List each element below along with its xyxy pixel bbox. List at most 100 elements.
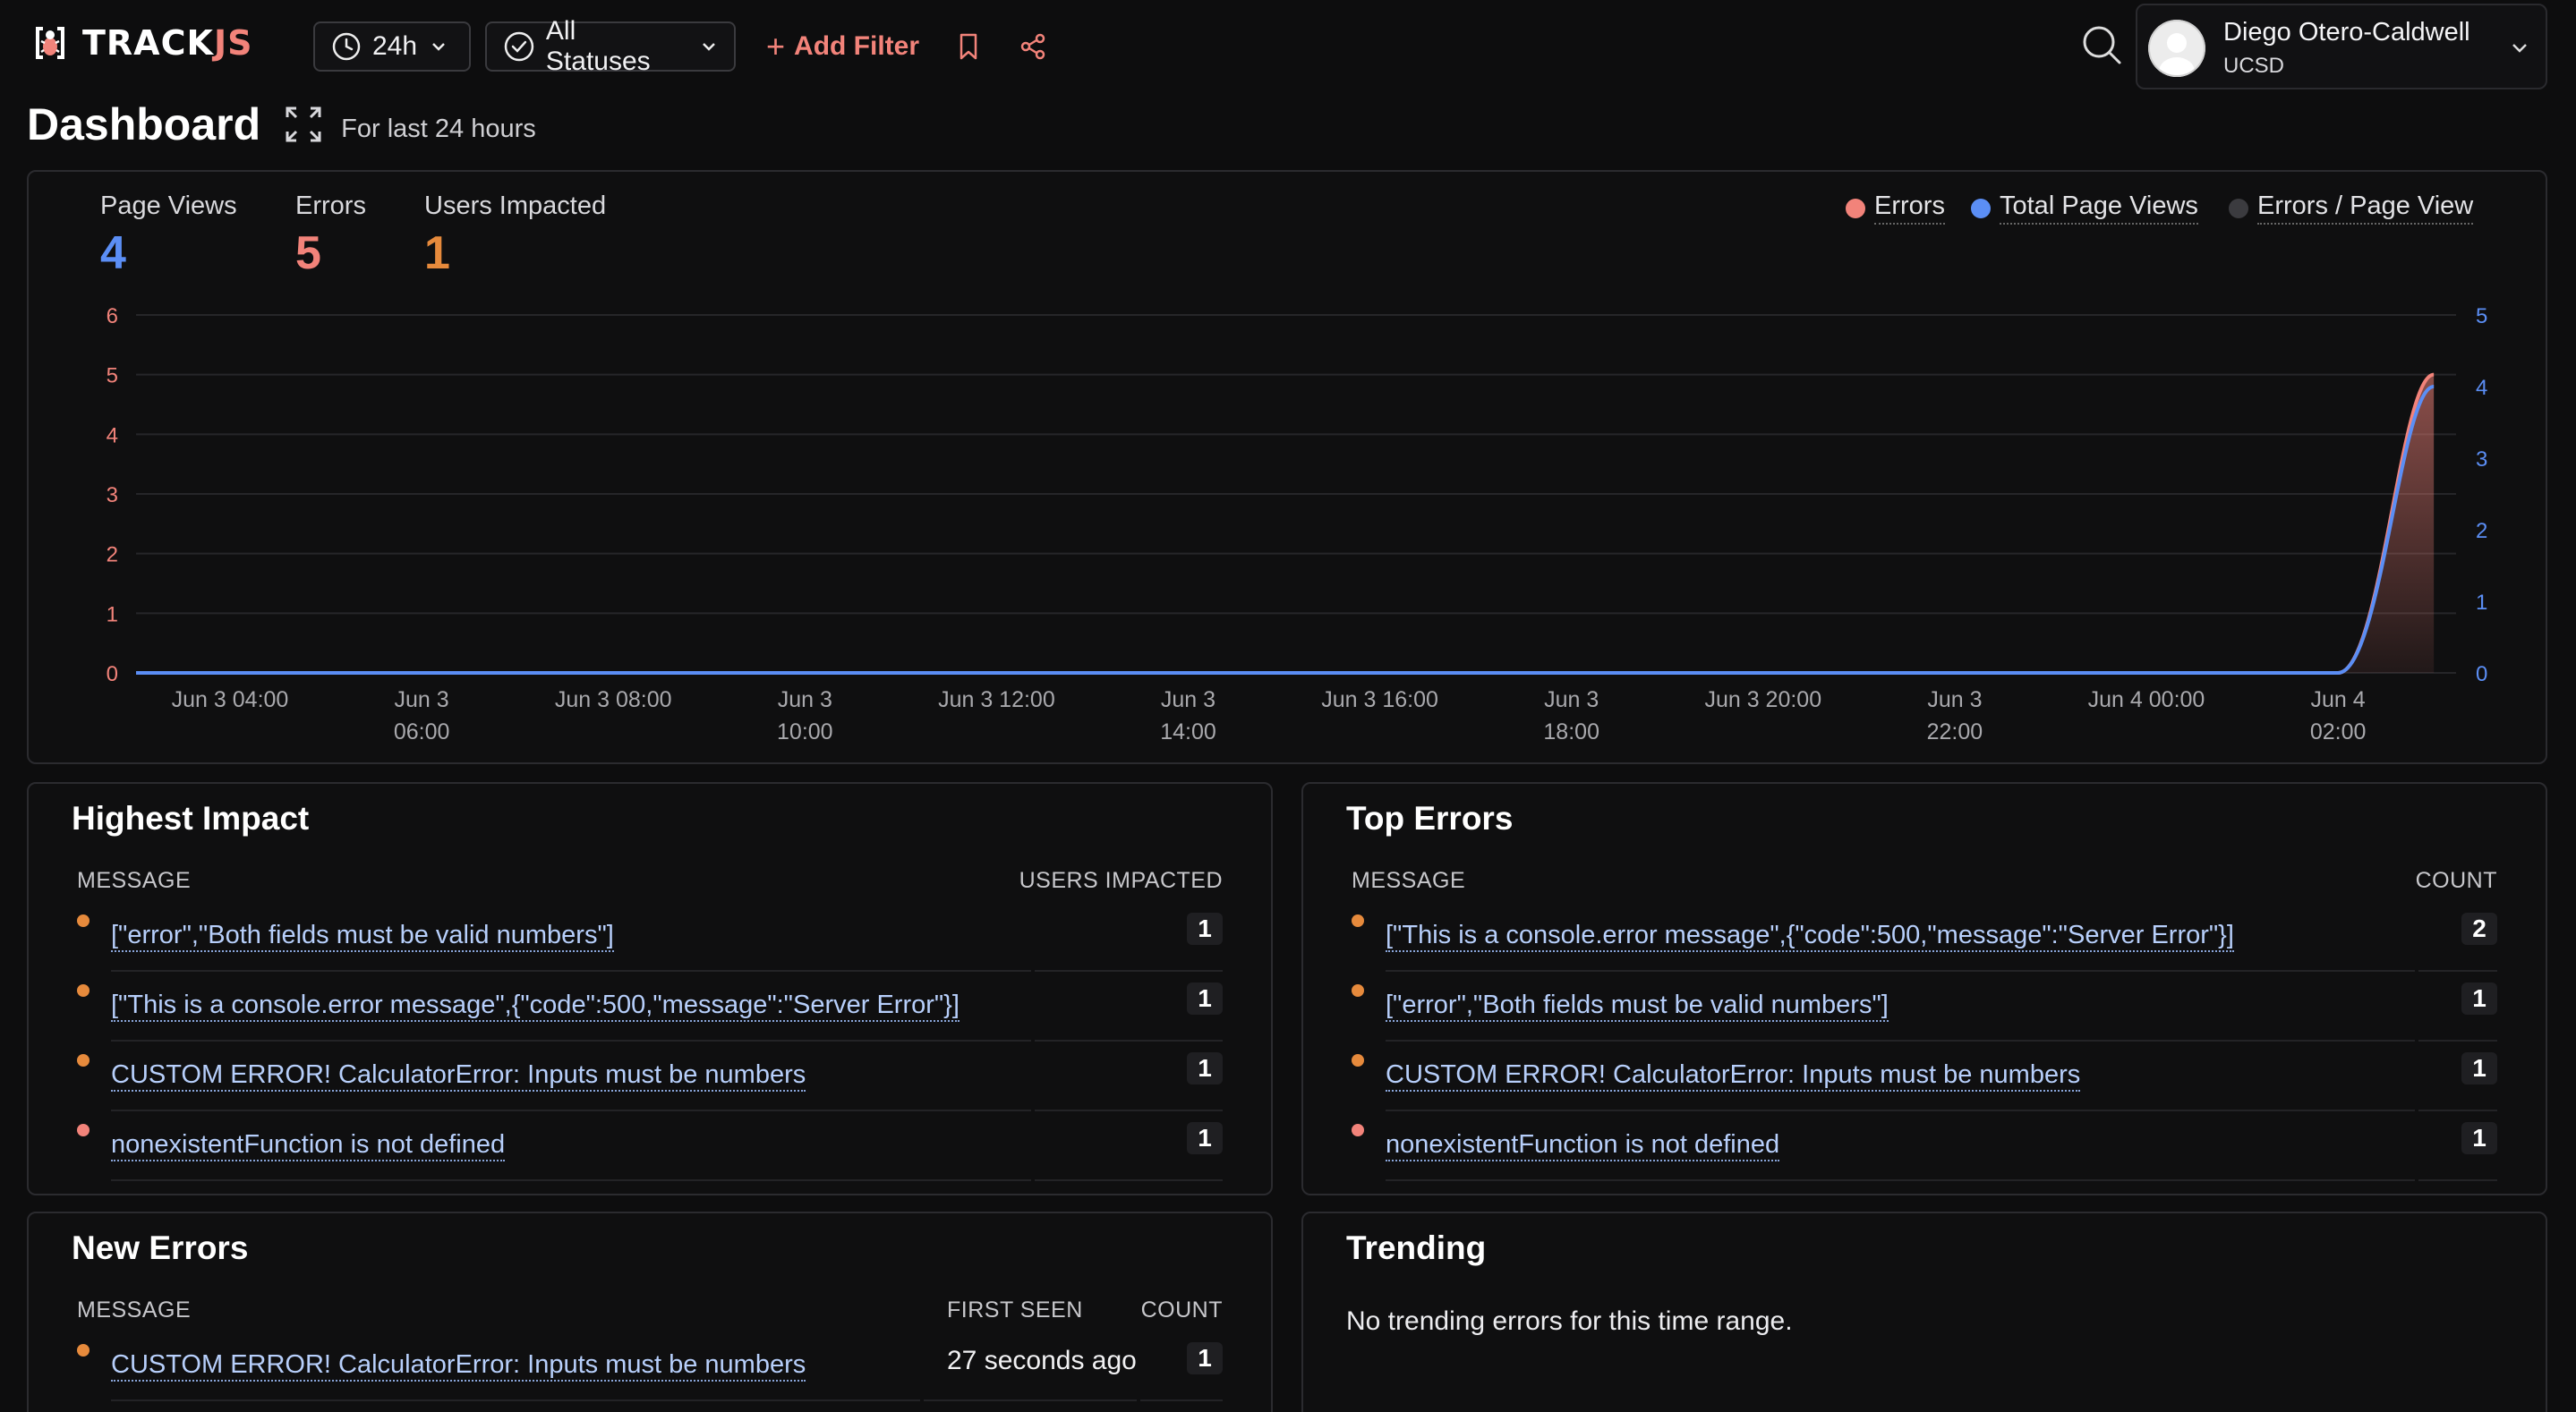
table-row[interactable]: ["This is a console.error message",{"cod…	[1352, 902, 2497, 972]
x-tick-label: Jun 3	[778, 687, 832, 712]
stat-errors: Errors 5	[295, 191, 366, 280]
error-message-link[interactable]: nonexistentFunction is not defined	[111, 1129, 506, 1161]
legend-swatch	[2229, 198, 2248, 218]
legend-swatch	[1971, 198, 1991, 218]
table-row[interactable]: CUSTOM ERROR! CalculatorError: Inputs mu…	[77, 1331, 1223, 1401]
y-right-tick-label: 4	[2476, 376, 2487, 400]
bookmark-button[interactable]	[951, 29, 986, 64]
y-left-tick-label: 5	[107, 364, 118, 388]
x-tick-label: Jun 3 20:00	[1704, 687, 1821, 712]
stat-value: 4	[100, 227, 126, 279]
page-subtitle: For last 24 hours	[341, 114, 536, 143]
error-message-link[interactable]: ["This is a console.error message",{"cod…	[1386, 920, 2234, 952]
y-left-tick-label: 6	[107, 304, 118, 328]
count-badge: 1	[1187, 1122, 1223, 1154]
stat-label: Users Impacted	[424, 191, 607, 220]
legend-label: Total Page Views	[2000, 191, 2198, 225]
top-bar: TRACKJS 24h All Statuses + Add Filter Di…	[0, 0, 2576, 89]
error-message-link[interactable]: ["error","Both fields must be valid numb…	[111, 920, 614, 952]
col-message: MESSAGE	[77, 868, 192, 893]
table-row[interactable]: ["error","Both fields must be valid numb…	[77, 902, 1223, 972]
y-left-tick-label: 1	[107, 602, 118, 626]
row-divider	[1386, 1179, 2497, 1181]
table-row[interactable]: ["error","Both fields must be valid numb…	[1352, 972, 2497, 1042]
time-range-dropdown[interactable]: 24h	[313, 21, 471, 72]
row-divider-gap	[920, 1399, 924, 1401]
chevron-down-icon	[2512, 44, 2527, 53]
error-message-link[interactable]: CUSTOM ERROR! CalculatorError: Inputs mu…	[111, 1059, 806, 1092]
severity-dot	[1352, 1124, 1364, 1136]
traffic-chart[interactable]: 0 1 2 3 4 5 6 0 1 2 3 4 5 Jun 3 04:00 Jun 3 06:00 Jun 3 …	[29, 295, 2535, 761]
count-badge: 1	[1187, 1052, 1223, 1085]
first-seen-value: 27 seconds ago	[947, 1346, 1137, 1375]
x-tick-label: Jun 3	[1161, 687, 1215, 712]
severity-dot	[1352, 1054, 1364, 1067]
stat-label: Page Views	[100, 191, 237, 220]
count-badge: 1	[1187, 913, 1223, 945]
legend-label: Errors	[1874, 191, 1945, 225]
table-row[interactable]: nonexistentFunction is not defined 1	[77, 1111, 1223, 1181]
count-badge: 1	[2461, 1122, 2497, 1154]
chevron-down-icon	[432, 43, 445, 51]
error-message-link[interactable]: nonexistentFunction is not defined	[1386, 1129, 1780, 1161]
share-icon	[1020, 33, 1045, 60]
row-divider	[111, 1399, 1223, 1401]
legend-total-page-views[interactable]: Total Page Views	[1971, 191, 2198, 225]
error-message-link[interactable]: CUSTOM ERROR! CalculatorError: Inputs mu…	[1386, 1059, 2081, 1092]
severity-dot	[1352, 984, 1364, 997]
clock-icon	[332, 32, 361, 61]
legend-swatch	[1846, 198, 1865, 218]
x-tick-label: Jun 3 04:00	[172, 687, 289, 712]
count-badge: 2	[2461, 913, 2497, 945]
x-tick-label: 06:00	[394, 719, 450, 744]
y-right-tick-label: 2	[2476, 519, 2487, 543]
error-message-link[interactable]: CUSTOM ERROR! CalculatorError: Inputs mu…	[111, 1349, 806, 1382]
page-header: Dashboard For last 24 hours	[27, 95, 536, 154]
severity-dot	[77, 984, 90, 997]
x-tick-label: 10:00	[777, 719, 833, 744]
row-divider-gap	[2415, 1179, 2418, 1181]
stat-value: 5	[295, 227, 321, 279]
severity-dot	[77, 1124, 90, 1136]
col-count: COUNT	[1140, 1297, 1223, 1323]
error-message-link[interactable]: ["This is a console.error message",{"cod…	[111, 990, 960, 1022]
trackjs-logo[interactable]: TRACKJS	[27, 18, 252, 68]
count-badge: 1	[1187, 1342, 1223, 1374]
col-first-seen: FIRST SEEN	[947, 1297, 1083, 1323]
y-right-tick-label: 3	[2476, 447, 2487, 472]
top-errors-title: Top Errors	[1346, 800, 1514, 837]
share-button[interactable]	[1015, 29, 1051, 64]
severity-dot	[77, 1344, 90, 1357]
time-range-label: 24h	[372, 31, 418, 61]
plus-icon: +	[766, 28, 786, 64]
row-divider	[111, 1179, 1223, 1181]
status-filter-dropdown[interactable]: All Statuses	[485, 16, 736, 76]
add-filter-button[interactable]: + Add Filter	[766, 27, 919, 66]
highest-impact-title: Highest Impact	[72, 800, 310, 837]
table-row[interactable]: nonexistentFunction is not defined 1	[1352, 1111, 2497, 1181]
x-tick-label: 02:00	[2310, 719, 2367, 744]
table-row[interactable]: CUSTOM ERROR! CalculatorError: Inputs mu…	[1352, 1042, 2497, 1111]
search-button[interactable]	[2078, 21, 2125, 68]
table-row[interactable]: CUSTOM ERROR! CalculatorError: Inputs mu…	[77, 1042, 1223, 1111]
error-message-link[interactable]: ["error","Both fields must be valid numb…	[1386, 990, 1889, 1022]
user-avatar-icon	[2148, 20, 2205, 77]
logo-wordmark: TRACKJS	[82, 23, 253, 63]
expand-icon[interactable]	[284, 105, 323, 144]
page-title: Dashboard	[27, 99, 261, 149]
severity-dot	[77, 1054, 90, 1067]
x-tick-label: 14:00	[1160, 719, 1216, 744]
user-name: Diego Otero-Caldwell	[2223, 18, 2470, 47]
col-message: MESSAGE	[77, 1297, 192, 1323]
legend-errors[interactable]: Errors	[1846, 191, 1945, 225]
legend-label: Errors / Page View	[2257, 191, 2474, 225]
bookmark-icon	[960, 33, 977, 60]
user-menu[interactable]: Diego Otero-Caldwell UCSD	[2136, 4, 2547, 89]
add-filter-label: Add Filter	[794, 31, 920, 61]
x-tick-label: Jun 3 16:00	[1321, 687, 1438, 712]
legend-errors-per-page-view[interactable]: Errors / Page View	[2229, 191, 2474, 225]
bug-logo-icon	[36, 27, 64, 59]
count-badge: 1	[2461, 1052, 2497, 1085]
table-row[interactable]: ["This is a console.error message",{"cod…	[77, 972, 1223, 1042]
x-tick-label: Jun 4 00:00	[2088, 687, 2205, 712]
